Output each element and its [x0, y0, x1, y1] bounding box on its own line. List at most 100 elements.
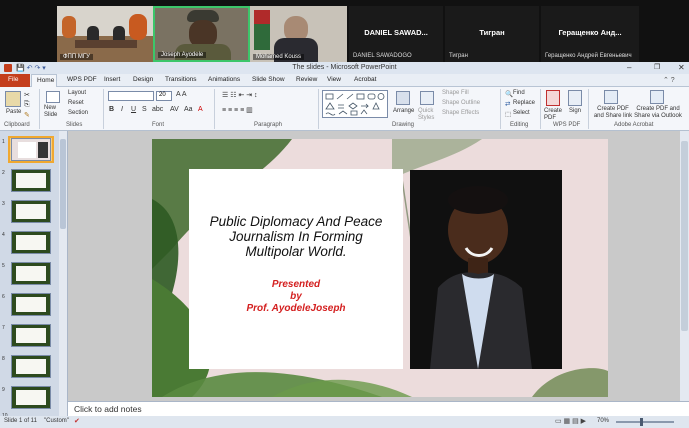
group-label: Clipboard	[4, 122, 30, 128]
replace-icon[interactable]: ⇄	[505, 100, 510, 108]
replace-button[interactable]: Replace	[513, 100, 535, 106]
bold-icon[interactable]: B	[109, 106, 114, 113]
spacing-icon[interactable]: AV	[170, 106, 179, 113]
font-name-field[interactable]	[108, 91, 154, 101]
view-buttons-icon[interactable]: ▭ ▦ ▤ ▶	[555, 417, 586, 425]
select-icon[interactable]: ⬚	[505, 110, 511, 118]
tab-home[interactable]: Home	[31, 74, 57, 87]
tab-insert[interactable]: Insert	[104, 76, 120, 83]
speaker-portrait-image[interactable]	[410, 170, 562, 369]
new-slide-icon[interactable]	[46, 91, 60, 103]
participant-tile[interactable]: Геращенко Анд... Геращенко Андрей Евгень…	[541, 6, 639, 62]
active-speaker-tile[interactable]: Joseph Ayodele	[153, 6, 250, 62]
find-icon[interactable]: 🔍	[505, 90, 513, 98]
vertical-scrollbar[interactable]	[680, 131, 689, 401]
shape-outline-button[interactable]: Shape Outline	[442, 100, 480, 106]
paste-button[interactable]: Paste	[6, 109, 21, 115]
quick-styles-button[interactable]: Quick Styles	[418, 108, 438, 122]
underline-icon[interactable]: U	[131, 106, 136, 113]
section-button[interactable]: Section	[68, 110, 88, 116]
group-label: WPS PDF	[553, 122, 581, 128]
strikethrough-icon[interactable]: abc	[152, 106, 163, 113]
tab-slide-show[interactable]: Slide Show	[252, 76, 285, 83]
create-pdf-outlook-button[interactable]: Create PDF and Share via Outlook	[633, 106, 683, 120]
find-button[interactable]: Find	[513, 90, 525, 96]
change-case-icon[interactable]: Aa	[184, 106, 193, 113]
create-pdf-outlook-icon[interactable]	[650, 90, 664, 104]
tab-design[interactable]: Design	[133, 76, 153, 83]
new-slide-button[interactable]: New Slide	[44, 105, 66, 119]
grow-font-icon[interactable]: A A	[176, 91, 187, 98]
arrange-icon[interactable]	[396, 91, 410, 105]
participant-name: DANIEL SAWAD...	[364, 28, 428, 37]
reset-button[interactable]: Reset	[68, 100, 84, 106]
help-icon[interactable]: ⌃ ?	[663, 76, 675, 84]
quick-styles-icon[interactable]	[420, 91, 434, 105]
shape-fill-button[interactable]: Shape Fill	[442, 90, 469, 96]
tab-acrobat[interactable]: Acrobat	[354, 76, 376, 83]
format-painter-icon[interactable]: ✎	[24, 111, 30, 119]
thumbnail-number: 5	[2, 263, 5, 269]
slide-thumbnail[interactable]	[11, 386, 51, 409]
close-icon[interactable]: ✕	[678, 63, 685, 72]
tab-wps-pdf[interactable]: WPS PDF	[67, 76, 97, 83]
shadow-icon[interactable]: S	[142, 106, 147, 113]
participant-name: Mohamed Kouss	[253, 54, 305, 60]
slide-thumbnail[interactable]	[11, 324, 51, 347]
thumbnail-number: 9	[2, 387, 5, 393]
align-icons[interactable]: ≡ ≡ ≡ ≡ ▥	[222, 106, 253, 114]
font-size-field[interactable]: 20	[156, 91, 172, 101]
title-text-box[interactable]: Public Diplomacy And Peace Journalism In…	[189, 169, 403, 369]
zoom-level[interactable]: 70%	[597, 418, 609, 424]
participant-name: ФПП МГУ	[60, 54, 93, 60]
copy-icon[interactable]: ⎘	[24, 101, 30, 109]
paste-icon[interactable]	[5, 91, 21, 107]
shape-effects-button[interactable]: Shape Effects	[442, 110, 479, 116]
tab-file[interactable]: File	[0, 74, 30, 87]
create-pdf-share-link-icon[interactable]	[604, 90, 618, 104]
zoom-slider[interactable]	[616, 421, 674, 423]
current-slide[interactable]: Public Diplomacy And Peace Journalism In…	[152, 139, 608, 397]
group-label: Adobe Acrobat	[614, 122, 654, 128]
slide-thumbnail[interactable]	[11, 169, 51, 192]
participant-tile[interactable]: Mohamed Kouss	[250, 6, 347, 62]
participant-tile[interactable]: Тигран Тигран	[445, 6, 539, 62]
slide-thumbnail[interactable]	[11, 355, 51, 378]
slide-thumbnails-pane: 1 2 3 4 5 6 7 8 9 10	[0, 131, 68, 419]
notes-pane[interactable]: Click to add notes	[68, 401, 689, 416]
tab-animations[interactable]: Animations	[208, 76, 240, 83]
group-label: Paragraph	[254, 122, 283, 128]
proofing-icon[interactable]: ✔	[74, 417, 80, 425]
sign-button[interactable]: Sign	[569, 108, 581, 114]
layout-button[interactable]: Layout	[68, 90, 86, 96]
zoom-slider-thumb[interactable]	[640, 418, 643, 426]
arrange-button[interactable]: Arrange	[393, 108, 414, 114]
slide-thumbnail[interactable]	[11, 231, 51, 254]
slide-thumbnail[interactable]	[11, 200, 51, 223]
slide-thumbnail[interactable]	[11, 138, 51, 161]
minimize-icon[interactable]: –	[627, 63, 631, 72]
tab-review[interactable]: Review	[296, 76, 317, 83]
create-pdf-share-link-button[interactable]: Create PDF and Share link	[593, 106, 633, 120]
tab-transitions[interactable]: Transitions	[165, 76, 197, 83]
participant-tile[interactable]: DANIEL SAWAD... DANIEL SAWADOGO	[349, 6, 443, 62]
select-button[interactable]: Select	[513, 110, 530, 116]
participant-tile[interactable]: ФПП МГУ	[57, 6, 153, 62]
font-color-icon[interactable]: A	[198, 106, 203, 113]
portrait-icon	[410, 170, 562, 369]
shapes-gallery[interactable]	[322, 90, 388, 118]
thumbnails-scrollbar[interactable]	[59, 131, 67, 416]
create-pdf-icon[interactable]	[546, 90, 560, 106]
create-pdf-button[interactable]: Create PDF	[544, 108, 564, 122]
slide-thumbnail[interactable]	[11, 293, 51, 316]
maximize-icon[interactable]: ❐	[654, 63, 660, 71]
tab-view[interactable]: View	[327, 76, 341, 83]
slide-thumbnail[interactable]	[11, 262, 51, 285]
italic-icon[interactable]: I	[121, 106, 123, 113]
thumbnail-number: 7	[2, 325, 5, 331]
thumbnail-number: 1	[2, 139, 5, 145]
sign-icon[interactable]	[568, 90, 582, 106]
bullets-icon[interactable]: ☰ ☷ ⇤ ⇥ ↕	[222, 91, 258, 99]
cut-icon[interactable]: ✂	[24, 91, 30, 99]
participant-full-name: Геращенко Андрей Евгеньевич	[545, 53, 632, 59]
